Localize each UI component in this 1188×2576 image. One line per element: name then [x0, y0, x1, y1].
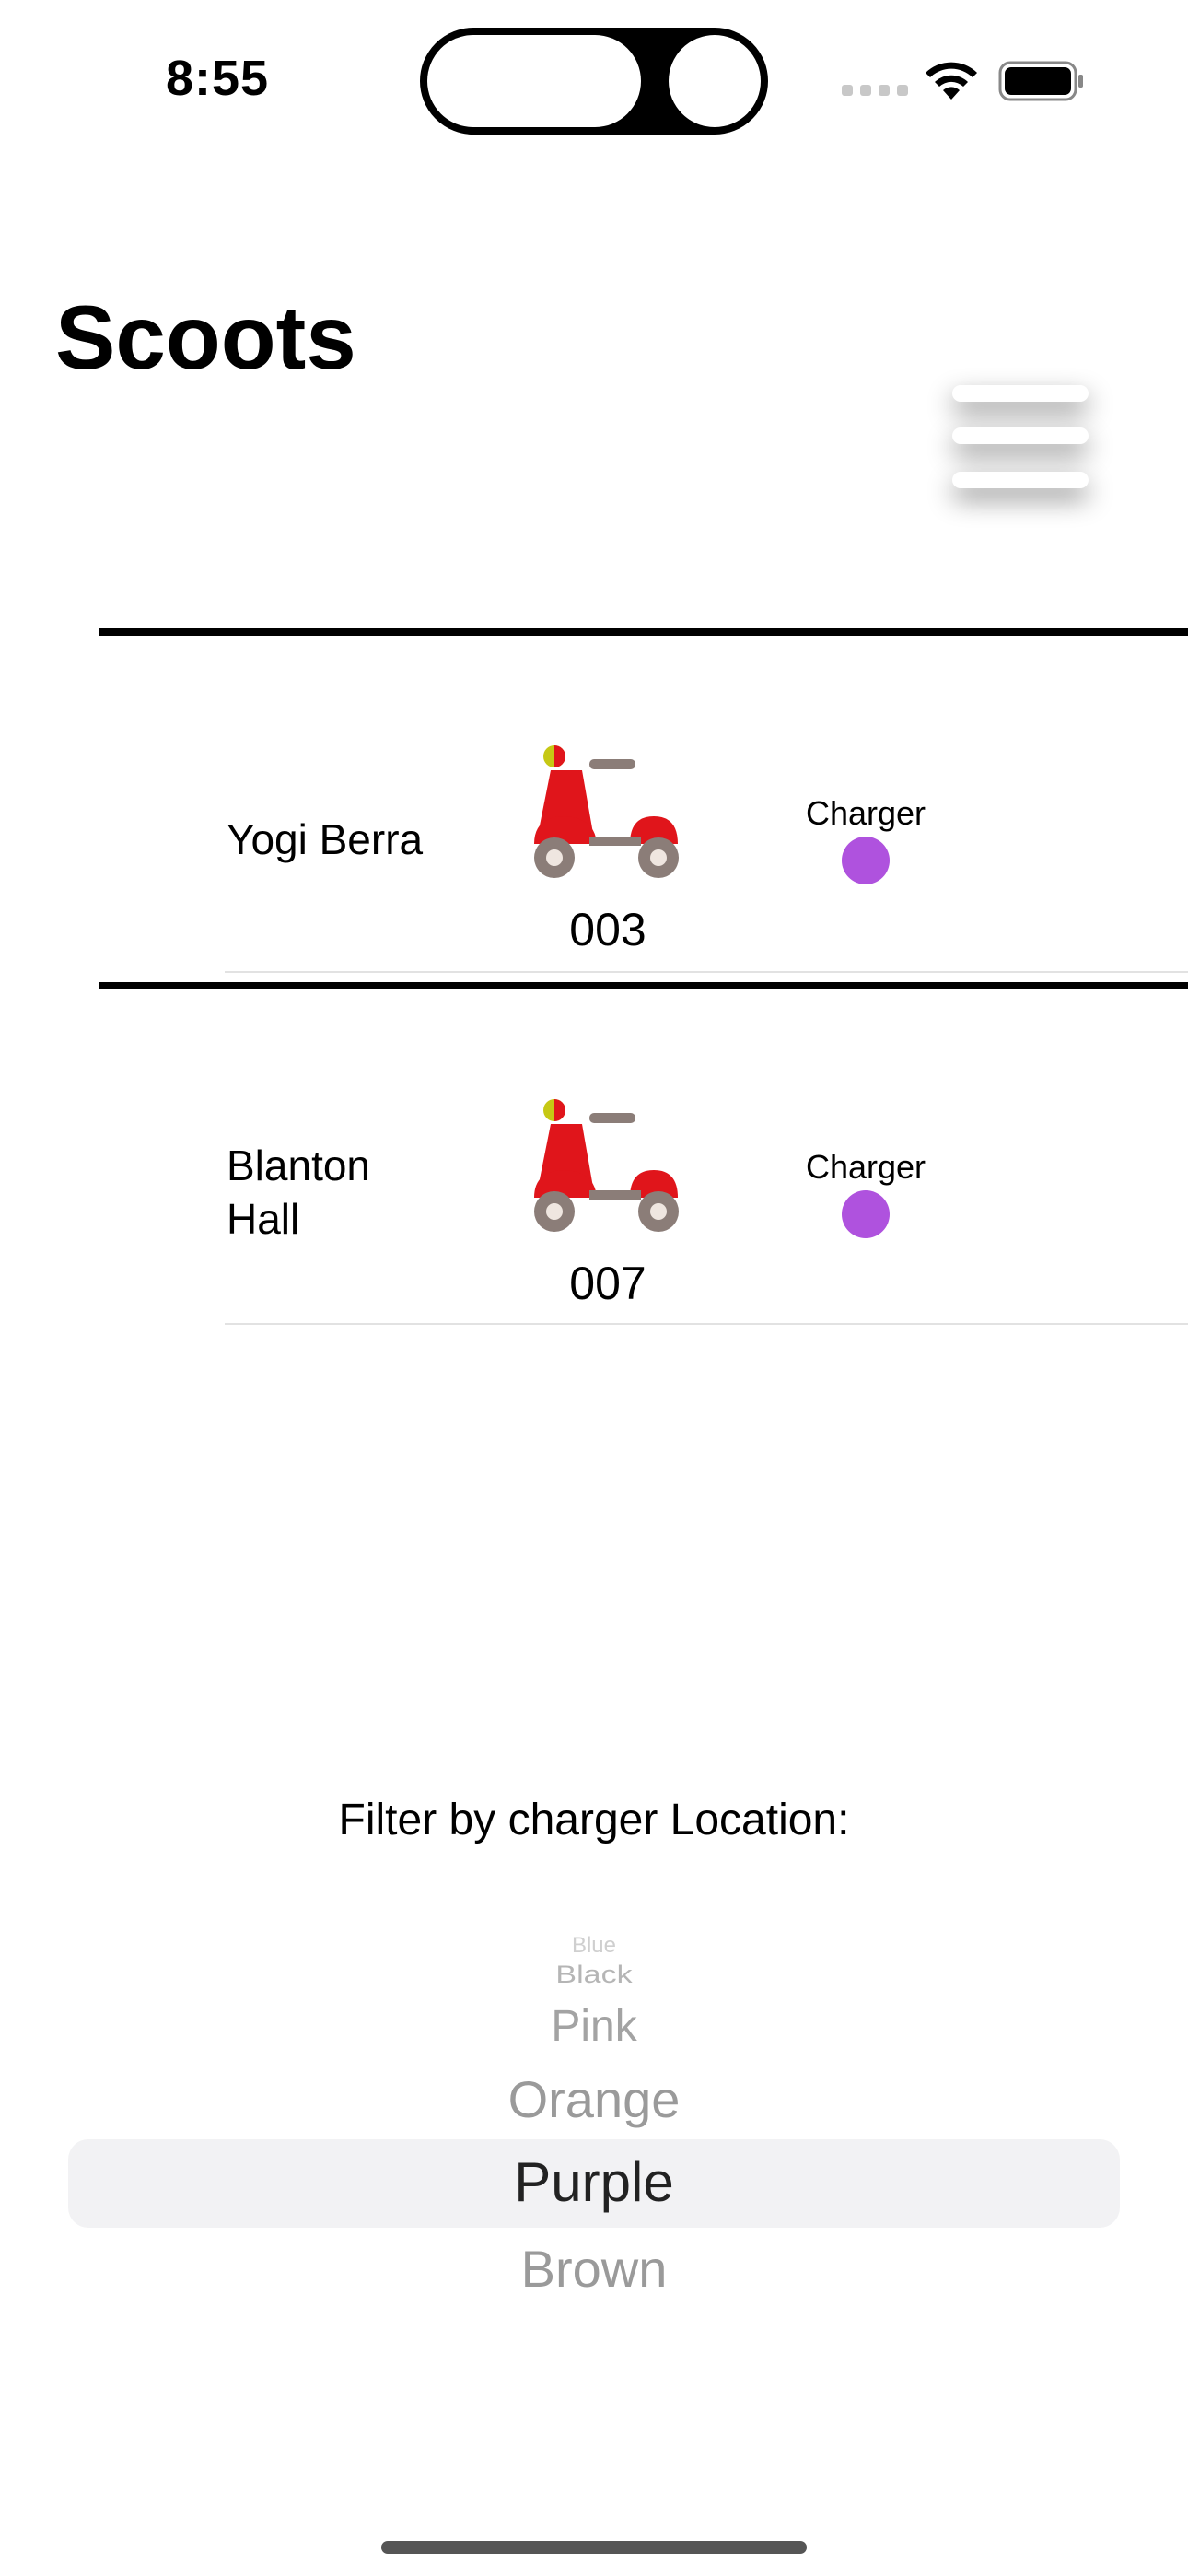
row-divider — [99, 982, 1188, 989]
picker-option-selected[interactable]: Purple — [0, 2150, 1188, 2214]
row-divider — [99, 628, 1188, 636]
page-title: Scoots — [55, 287, 356, 388]
location-name: Yogi Berra — [227, 815, 424, 863]
scooter-icon — [534, 1099, 679, 1232]
charger-label: Charger — [805, 1148, 926, 1186]
row-separator — [225, 971, 1188, 973]
status-time: 8:55 — [166, 51, 270, 106]
picker-option[interactable]: Blue — [0, 1933, 1188, 1959]
picker-option[interactable]: Black — [0, 1961, 1188, 1989]
picker-option[interactable]: Orange — [0, 2069, 1188, 2129]
row-separator — [225, 1323, 1188, 1325]
signal-icon — [842, 85, 908, 96]
location-name: Blanton Hall — [227, 1142, 371, 1243]
scooter-icon — [534, 745, 679, 878]
dynamic-island — [420, 28, 768, 135]
wifi-icon — [926, 62, 977, 100]
home-indicator[interactable] — [381, 2541, 807, 2554]
charger-color-dot — [842, 1190, 890, 1238]
charger-label: Charger — [805, 794, 926, 832]
battery-icon — [998, 61, 1083, 101]
filter-label: Filter by charger Location: — [338, 1796, 850, 1844]
picker-option[interactable]: Pink — [0, 2001, 1188, 2052]
scooter-id: 003 — [569, 904, 646, 955]
picker-option[interactable]: Brown — [0, 2239, 1188, 2299]
charger-color-dot — [842, 837, 890, 884]
scooter-id: 007 — [569, 1258, 646, 1309]
hamburger-menu-icon[interactable] — [952, 378, 1090, 494]
